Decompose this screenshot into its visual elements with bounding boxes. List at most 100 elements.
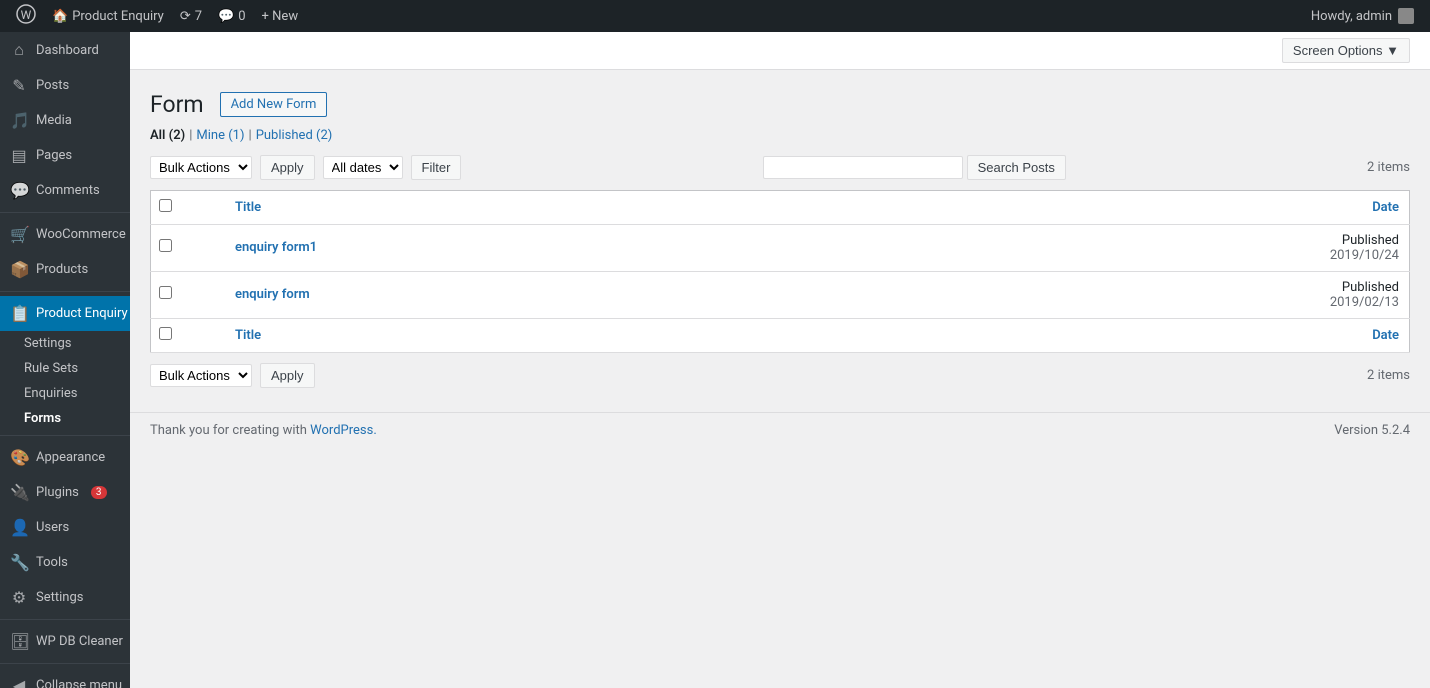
filter-all-label: All	[150, 128, 165, 143]
sidebar-item-products[interactable]: 📦 Products	[0, 252, 130, 287]
menu-separator	[0, 619, 130, 620]
sidebar-sub-enquiries[interactable]: Enquiries	[0, 381, 130, 406]
row2-title-link[interactable]: enquiry form	[235, 287, 310, 302]
sidebar-sub-settings[interactable]: Settings	[0, 331, 130, 356]
search-posts-button[interactable]: Search Posts	[967, 155, 1066, 180]
date-sort-link[interactable]: Date	[1372, 200, 1399, 215]
table-head: Title Date	[151, 190, 1410, 224]
table-row: enquiry form1 Published 2019/10/24	[151, 224, 1410, 271]
date-column-footer: Date	[1106, 318, 1409, 352]
row2-date-cell: Published 2019/02/13	[1106, 271, 1409, 318]
sidebar-item-pages[interactable]: ▤ Pages	[0, 138, 130, 173]
sidebar-item-label: WP DB Cleaner	[36, 634, 123, 649]
sidebar-item-plugins[interactable]: 🔌 Plugins 3	[0, 475, 130, 510]
sidebar-item-label: Posts	[36, 78, 69, 93]
sidebar-item-media[interactable]: 🎵 Media	[0, 103, 130, 138]
sidebar-sub-forms[interactable]: Forms	[0, 406, 130, 431]
date-filter-select[interactable]: All dates	[323, 156, 403, 179]
site-logo[interactable]: W	[8, 0, 44, 32]
filter-sep: |	[189, 128, 192, 143]
media-icon: 🎵	[10, 111, 28, 130]
sidebar-item-appearance[interactable]: 🎨 Appearance	[0, 440, 130, 475]
filter-button[interactable]: Filter	[411, 155, 462, 180]
sidebar-item-product-enquiry[interactable]: 📋 Product Enquiry	[0, 296, 130, 331]
title-sort-link-foot[interactable]: Title	[235, 328, 261, 343]
apply-button-top[interactable]: Apply	[260, 155, 315, 180]
collapse-menu-button[interactable]: ◀ Collapse menu	[0, 668, 130, 688]
wordpress-link[interactable]: WordPress.	[310, 423, 377, 438]
sidebar-item-wp-db-cleaner[interactable]: 🗄 WP DB Cleaner	[0, 624, 130, 659]
row2-title-cell: enquiry form	[225, 271, 1106, 318]
sidebar-item-label: Pages	[36, 148, 72, 163]
admin-bar-right: Howdy, admin	[1303, 8, 1422, 24]
sidebar-item-comments[interactable]: 💬 Comments	[0, 173, 130, 208]
page-header: Form Add New Form	[150, 90, 1410, 120]
row1-title-cell: enquiry form1	[225, 224, 1106, 271]
howdy-greeting[interactable]: Howdy, admin	[1303, 8, 1422, 24]
check-all-checkbox-foot[interactable]	[159, 327, 172, 340]
table-row: enquiry form Published 2019/02/13	[151, 271, 1410, 318]
filter-all-link[interactable]: All (2)	[150, 128, 185, 143]
bulk-actions-select-bottom[interactable]: Bulk Actions Delete	[150, 364, 252, 387]
row2-date: 2019/02/13	[1330, 295, 1399, 310]
menu-separator	[0, 291, 130, 292]
posts-icon: ✎	[10, 76, 28, 95]
dashboard-icon: ⌂	[10, 40, 28, 60]
sidebar-item-dashboard[interactable]: ⌂ Dashboard	[0, 32, 130, 68]
search-input[interactable]	[763, 156, 963, 179]
sidebar-item-woocommerce[interactable]: 🛒 WooCommerce	[0, 217, 130, 252]
page-title: Form	[150, 90, 204, 120]
sidebar-item-settings[interactable]: ⚙ Settings	[0, 580, 130, 615]
pages-icon: ▤	[10, 146, 28, 165]
avatar	[1398, 8, 1414, 24]
row1-title-link[interactable]: enquiry form1	[235, 240, 317, 255]
svg-text:W: W	[21, 8, 32, 22]
title-column-footer: Title	[225, 318, 1106, 352]
title-sort-link[interactable]: Title	[235, 200, 261, 215]
submenu-label: Settings	[24, 336, 71, 351]
updates-item[interactable]: ⟳ 7	[172, 0, 210, 32]
wp-footer: Thank you for creating with WordPress. V…	[130, 412, 1430, 448]
filter-published: Published (2)	[256, 128, 333, 143]
add-new-form-button[interactable]: Add New Form	[220, 92, 328, 117]
products-icon: 📦	[10, 260, 28, 279]
menu-separator	[0, 435, 130, 436]
date-sort-link-foot[interactable]: Date	[1372, 328, 1399, 343]
row1-date-cell: Published 2019/10/24	[1106, 224, 1409, 271]
sidebar-item-label: Product Enquiry	[36, 306, 128, 321]
appearance-icon: 🎨	[10, 448, 28, 467]
sidebar-item-posts[interactable]: ✎ Posts	[0, 68, 130, 103]
new-content-item[interactable]: + New	[254, 0, 307, 32]
filter-mine-label: Mine	[196, 128, 225, 143]
date-column-label-foot: Date	[1372, 328, 1399, 343]
screen-options-button[interactable]: Screen Options ▼	[1282, 38, 1410, 63]
row2-checkbox-cell	[151, 271, 226, 318]
check-all-checkbox[interactable]	[159, 199, 172, 212]
row1-date: 2019/10/24	[1330, 248, 1399, 263]
plugins-badge: 3	[91, 486, 107, 499]
table-foot: Title Date	[151, 318, 1410, 352]
row2-checkbox[interactable]	[159, 286, 172, 299]
check-all-column	[151, 190, 226, 224]
row1-checkbox[interactable]	[159, 239, 172, 252]
row1-checkbox-cell	[151, 224, 226, 271]
sidebar-item-tools[interactable]: 🔧 Tools	[0, 545, 130, 580]
filter-mine-link[interactable]: Mine (1)	[196, 128, 244, 143]
items-count-top: 2 items	[1367, 160, 1410, 175]
sidebar-item-users[interactable]: 👤 Users	[0, 510, 130, 545]
sidebar-item-label: Users	[36, 520, 69, 535]
sidebar-sub-rulesets[interactable]: Rule Sets	[0, 356, 130, 381]
filter-published-link[interactable]: Published (2)	[256, 128, 333, 143]
bulk-actions-select-top[interactable]: Bulk Actions Delete	[150, 156, 252, 179]
comments-item[interactable]: 💬 0	[210, 0, 254, 32]
admin-menu: ⌂ Dashboard ✎ Posts 🎵 Media ▤ Pages 💬 Co…	[0, 32, 130, 688]
sidebar-item-label: WooCommerce	[36, 227, 126, 242]
items-count-bottom: 2 items	[1367, 368, 1410, 383]
users-icon: 👤	[10, 518, 28, 537]
site-name-item[interactable]: 🏠 Product Enquiry	[44, 0, 172, 32]
collapse-label: Collapse menu	[36, 678, 122, 688]
apply-button-bottom[interactable]: Apply	[260, 363, 315, 388]
title-column-label: Title	[235, 200, 261, 215]
sidebar-item-label: Media	[36, 113, 72, 128]
wp-body: ⌂ Dashboard ✎ Posts 🎵 Media ▤ Pages 💬 Co…	[0, 32, 1430, 688]
